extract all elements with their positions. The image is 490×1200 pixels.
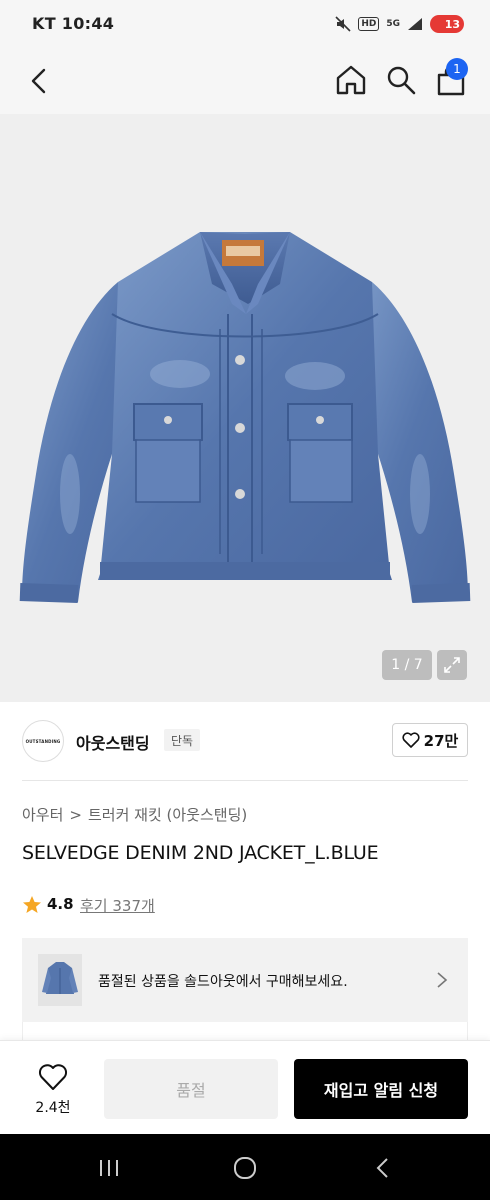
system-navigation-bar xyxy=(0,1134,490,1200)
divider xyxy=(22,780,468,781)
product-image[interactable] xyxy=(0,114,490,702)
status-bar: KT 10:44 HD 5G 13 xyxy=(0,0,490,50)
expand-button[interactable] xyxy=(437,650,467,680)
expand-icon xyxy=(444,657,460,673)
wifi-icon xyxy=(408,18,422,30)
back-icon[interactable] xyxy=(26,66,54,96)
exclusive-badge: 단독 xyxy=(164,729,201,751)
review-link[interactable]: 후기 337개 xyxy=(80,895,155,916)
bottom-action-bar: 2.4천 품절 재입고 알림 신청 xyxy=(0,1040,490,1134)
image-counter: 1 / 7 xyxy=(382,650,432,680)
brand-logo-text: OUTSTANDING xyxy=(25,738,61,744)
home-icon[interactable] xyxy=(334,63,368,97)
status-carrier-time: KT 10:44 xyxy=(32,14,115,33)
product-like-count: 2.4천 xyxy=(35,1100,71,1116)
soldout-button: 품절 xyxy=(104,1059,278,1119)
recent-apps-icon[interactable] xyxy=(97,1158,121,1178)
price-section xyxy=(22,1022,468,1042)
jacket-thumbnail-image xyxy=(42,962,78,994)
signal-icon: 5G xyxy=(386,18,400,29)
star-icon xyxy=(23,896,41,913)
system-home-icon[interactable] xyxy=(233,1156,257,1180)
breadcrumb-subcategory[interactable]: 트러커 재킷 (아웃스탠딩) xyxy=(88,804,247,825)
product-title: SELVEDGE DENIM 2ND JACKET_L.BLUE xyxy=(22,842,379,864)
system-back-icon[interactable] xyxy=(374,1156,390,1180)
restock-alert-button[interactable]: 재입고 알림 신청 xyxy=(294,1059,468,1119)
cart-badge: 1 xyxy=(446,58,468,80)
breadcrumb-category[interactable]: 아우터 xyxy=(22,804,63,825)
status-icons: HD 5G 13 xyxy=(335,15,464,33)
soldout-thumbnail xyxy=(38,954,82,1006)
brand-like-count: 27만 xyxy=(423,731,459,750)
brand-logo[interactable]: OUTSTANDING xyxy=(22,720,64,762)
nav-bar: 1 xyxy=(0,50,490,114)
soldout-banner[interactable]: 품절된 상품을 솔드아웃에서 구매해보세요. xyxy=(22,938,468,1022)
mute-icon xyxy=(335,16,351,32)
brand-like-button[interactable]: 27만 xyxy=(392,723,468,757)
rating-value: 4.8 xyxy=(47,895,74,913)
heart-icon xyxy=(402,732,420,748)
chevron-right-icon xyxy=(437,972,448,988)
soldout-banner-text: 품절된 상품을 솔드아웃에서 구매해보세요. xyxy=(98,974,348,990)
brand-name[interactable]: 아웃스탠딩 xyxy=(76,730,150,754)
denim-jacket-image xyxy=(19,232,471,604)
breadcrumb-separator: > xyxy=(69,805,82,824)
breadcrumb: 아우터 > 트러커 재킷 (아웃스탠딩) xyxy=(22,804,247,825)
search-icon[interactable] xyxy=(385,64,417,96)
battery-icon: 13 xyxy=(430,15,464,33)
like-heart-icon[interactable] xyxy=(38,1063,68,1091)
hd-icon: HD xyxy=(358,17,380,31)
